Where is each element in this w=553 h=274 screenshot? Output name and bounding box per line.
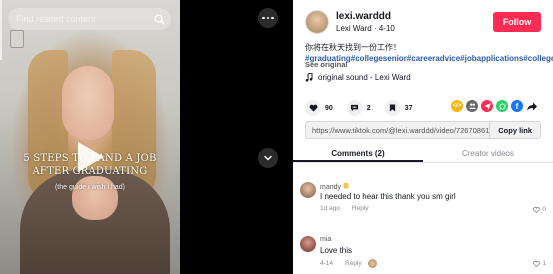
- comment-text: Love this: [320, 246, 353, 255]
- engagement-stats: 90 2 37: [305, 100, 427, 116]
- dot-icon: [266, 16, 270, 20]
- follow-button[interactable]: Follow: [493, 12, 541, 32]
- save-stat[interactable]: 37: [384, 100, 421, 116]
- related-content-search[interactable]: Find related content: [8, 8, 171, 30]
- video-player[interactable]: [0, 0, 180, 274]
- video-figure-hand: [72, 176, 118, 220]
- author-display-name: Lexi Ward: [336, 24, 372, 33]
- search-icon[interactable]: [147, 8, 171, 30]
- save-count: 37: [404, 104, 413, 112]
- comment-count: 2: [366, 104, 371, 112]
- facebook-icon[interactable]: f: [511, 100, 523, 112]
- dot-icon: [262, 16, 265, 20]
- see-original-link[interactable]: See original: [305, 60, 348, 69]
- video-info-panel: lexi.warddd Lexi Ward · 4-10 Follow 你将在秋…: [293, 0, 553, 274]
- post-date: 4-10: [378, 24, 395, 33]
- comment-text: I needed to hear this thank you sm girl: [320, 192, 456, 201]
- reply-button[interactable]: Reply: [345, 260, 362, 267]
- more-options-button[interactable]: [258, 8, 278, 28]
- comment-meta: 4-14 Reply: [320, 259, 377, 268]
- heart-outline-icon: [533, 206, 541, 213]
- heart-outline-icon: [533, 260, 541, 267]
- copy-link-button[interactable]: Copy link: [489, 122, 540, 138]
- embed-icon[interactable]: </>: [451, 100, 463, 112]
- emoji-icon: [343, 183, 349, 189]
- comment-icon[interactable]: [346, 100, 363, 116]
- comment-username[interactable]: mandy: [320, 182, 349, 191]
- comment-like[interactable]: 1: [533, 260, 546, 267]
- dot-icon: [271, 16, 274, 20]
- comment-meta: 1d ago Reply: [320, 205, 369, 212]
- tab-comments[interactable]: Comments (2): [293, 145, 423, 162]
- like-count: 90: [325, 104, 333, 112]
- heart-icon[interactable]: [305, 100, 321, 116]
- avatar[interactable]: [300, 182, 316, 198]
- video-link-box[interactable]: https://www.tiktok.com/@lexi.warddd/vide…: [305, 121, 541, 139]
- comment-username[interactable]: mia: [320, 236, 331, 243]
- author-info[interactable]: lexi.warddd Lexi Ward · 4-10: [305, 10, 395, 34]
- avatar[interactable]: [305, 10, 329, 34]
- comment-like[interactable]: 0: [533, 206, 546, 213]
- comment-time: 4-14: [320, 260, 334, 267]
- video-figure-face: [62, 66, 114, 140]
- share-row: </> f: [451, 100, 538, 112]
- avatar[interactable]: [300, 236, 316, 252]
- play-icon[interactable]: [78, 142, 104, 172]
- description-text: 你将在秋天找到一份工作！: [305, 43, 401, 52]
- friends-icon[interactable]: [466, 100, 478, 112]
- tab-creator-videos[interactable]: Creator videos: [423, 145, 553, 162]
- comment-time: 1d ago: [320, 205, 340, 212]
- next-video-button[interactable]: [258, 148, 278, 168]
- author-subline: Lexi Ward · 4-10: [336, 24, 395, 33]
- background-switch: [10, 30, 24, 48]
- creator-liked-avatar: [367, 259, 377, 268]
- video-url[interactable]: https://www.tiktok.com/@lexi.warddd/vide…: [306, 126, 489, 135]
- comment-user-label: mandy: [320, 184, 342, 191]
- like-stat[interactable]: 90: [305, 100, 341, 116]
- panel-tabs: Comments (2) Creator videos: [293, 145, 553, 163]
- send-icon[interactable]: [481, 100, 493, 112]
- whatsapp-icon[interactable]: [496, 100, 508, 112]
- chevron-down-icon: [264, 155, 272, 161]
- comment-like-count: 1: [542, 260, 546, 267]
- background-door-frame: [0, 0, 2, 60]
- bookmark-icon[interactable]: [384, 100, 401, 116]
- sound-link[interactable]: original sound - Lexi Ward: [305, 73, 411, 82]
- share-arrow-icon[interactable]: [526, 100, 538, 112]
- search-placeholder: Find related content: [16, 14, 96, 24]
- video-stage: Find related content 5 STEPS TO LAND A J…: [0, 0, 293, 274]
- video-caption-subtitle: (the guide i wish i had): [54, 184, 126, 191]
- reply-button[interactable]: Reply: [352, 205, 369, 212]
- comment-stat[interactable]: 2: [346, 100, 379, 116]
- comment-like-count: 0: [542, 206, 546, 213]
- sound-label: original sound - Lexi Ward: [318, 73, 411, 82]
- music-note-icon: [305, 73, 313, 82]
- author-username[interactable]: lexi.warddd: [336, 11, 395, 22]
